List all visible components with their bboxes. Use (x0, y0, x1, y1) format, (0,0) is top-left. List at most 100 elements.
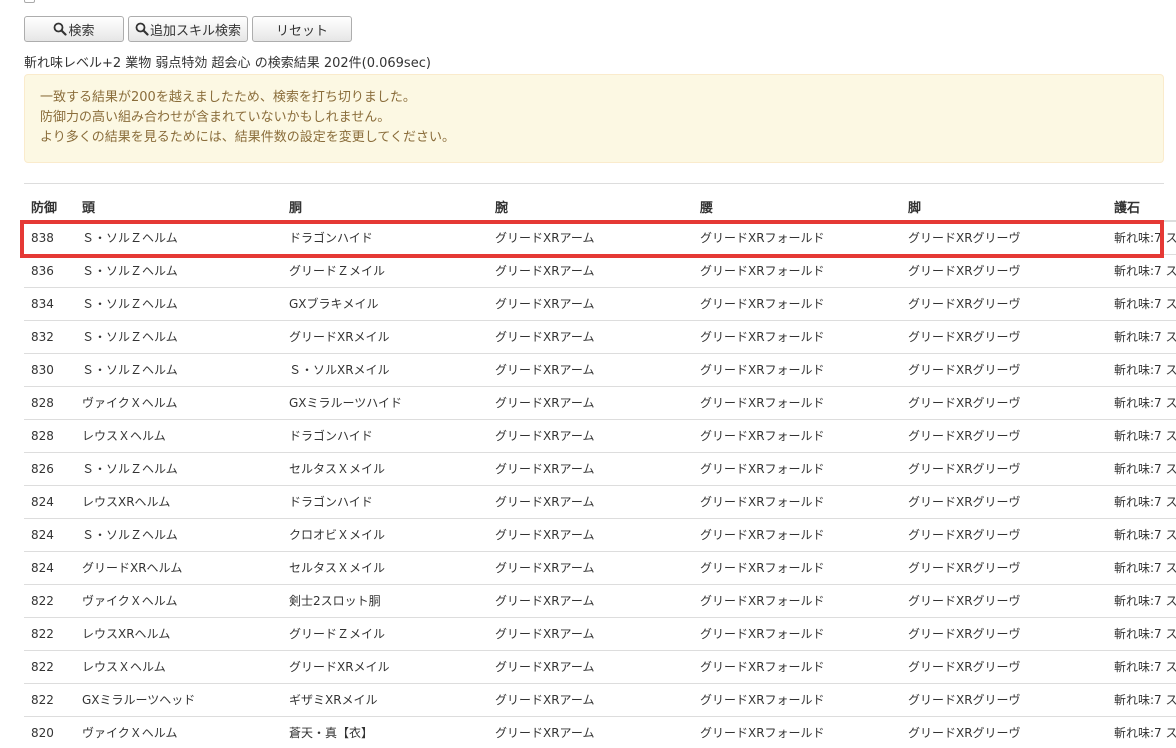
cell-head: レウスＸヘルム (75, 649, 282, 683)
cell-head: Ｓ・ソルＺヘルム (75, 253, 282, 287)
cell-arm: グリードXRアーム (488, 550, 693, 584)
cell-waist: グリードXRフォールド (693, 385, 901, 419)
cell-defense: 828 (24, 385, 75, 419)
extra-skill-search-button[interactable]: 追加スキル検索 (128, 16, 248, 42)
cell-charm: 斬れ味:7 スロ3 (1107, 319, 1176, 353)
table-row[interactable]: 832 Ｓ・ソルＺヘルム グリードXRメイル グリードXRアーム グリードXRフォールド… (24, 319, 1176, 353)
header-waist[interactable]: 腰 (693, 184, 901, 222)
table-row[interactable]: 822 レウスXRヘルム グリードＺメイル グリードXRアーム グリードXRフォールドグ… (24, 616, 1176, 650)
cell-head: Ｓ・ソルＺヘルム (82, 231, 178, 246)
table-row[interactable]: 836 Ｓ・ソルＺヘルム グリードＺメイル グリードXRアーム グリードXRフォールドグ… (24, 253, 1176, 287)
cell-charm: 斬れ味:7 スロ3 (1107, 649, 1176, 683)
cell-charm: 斬れ味:7 スロ3 (1107, 715, 1176, 748)
header-charm[interactable]: 護石 (1107, 184, 1176, 222)
cell-body: ドラゴンハイド (289, 231, 373, 246)
cell-waist: グリードXRフォールド (693, 418, 901, 452)
warning-line: 一致する結果が200を越えましたため、検索を打ち切りました。 (40, 90, 416, 105)
table-row[interactable]: 826 Ｓ・ソルＺヘルム セルタスＸメイル グリードXRアーム グリードXRフォールドグ… (24, 451, 1176, 485)
cell-charm: 斬れ味:7 スロ3 (1107, 352, 1176, 386)
cell-leg: グリードXRグリーヴ (901, 451, 1107, 485)
cell-defense: 834 (24, 286, 75, 320)
cell-charm: 斬れ味:7 スロ3 (1114, 231, 1176, 246)
cell-arm: グリードXRアーム (488, 583, 693, 617)
table-row[interactable]: 828 ヴァイクＸヘルム GXミラルーツハイド グリードXRアーム グリードXRフォール… (24, 385, 1176, 419)
cell-waist: グリードXRフォールド (693, 616, 901, 650)
cell-charm: 斬れ味:7 スロ3 (1107, 253, 1176, 287)
results-table-container: 防御 頭 胴 腕 腰 脚 護石 838 Ｓ・ソルＺヘルム ドラゴンハイド グリードXR… (24, 183, 1176, 748)
cell-waist: グリードXRフォールド (693, 583, 901, 617)
cell-body: ドラゴンハイド (282, 418, 488, 452)
cell-defense: 830 (24, 352, 75, 386)
cell-head: Ｓ・ソルＺヘルム (75, 286, 282, 320)
cell-body: GXミラルーツハイド (282, 385, 488, 419)
cell-head: Ｓ・ソルＺヘルム (75, 517, 282, 551)
cell-head: グリードXRヘルム (75, 550, 282, 584)
cell-arm: グリードXRアーム (488, 352, 693, 386)
cell-arm: グリードXRアーム (488, 451, 693, 485)
table-row[interactable]: 838 Ｓ・ソルＺヘルム ドラゴンハイド グリードXRアーム グリードXRフォールド グリ… (24, 221, 1176, 254)
cell-arm: グリードXRアーム (488, 253, 693, 287)
cell-leg: グリードXRグリーヴ (901, 253, 1107, 287)
cell-body: ギザミXRメイル (282, 682, 488, 716)
cell-head: レウスXRヘルム (75, 484, 282, 518)
option-checkbox[interactable] (24, 0, 35, 3)
cell-leg: グリードXRグリーヴ (901, 682, 1107, 716)
cell-leg: グリードXRグリーヴ (901, 484, 1107, 518)
cell-waist: グリードXRフォールド (693, 682, 901, 716)
header-defense[interactable]: 防御 (24, 184, 75, 222)
cell-head: Ｓ・ソルＺヘルム (75, 319, 282, 353)
cell-head: ヴァイクＸヘルム (75, 715, 282, 748)
cell-arm: グリードXRアーム (488, 682, 693, 716)
reset-button[interactable]: リセット (252, 16, 352, 42)
cell-leg: グリードXRグリーヴ (901, 319, 1107, 353)
cell-arm: グリードXRアーム (488, 418, 693, 452)
header-head[interactable]: 頭 (75, 184, 282, 222)
cell-arm: グリードXRアーム (488, 649, 693, 683)
cell-charm: 斬れ味:7 スロ3 (1107, 286, 1176, 320)
table-row[interactable]: 822 GXミラルーツヘッド ギザミXRメイル グリードXRアーム グリードXRフォール… (24, 682, 1176, 716)
reset-button-label: リセット (275, 23, 328, 39)
table-row[interactable]: 824 Ｓ・ソルＺヘルム クロオビＸメイル グリードXRアーム グリードXRフォールドグ… (24, 517, 1176, 551)
table-row[interactable]: 820 ヴァイクＸヘルム 蒼天・真【衣】 グリードXRアーム グリードXRフォールド グリ… (24, 715, 1176, 748)
table-row[interactable]: 834 Ｓ・ソルＺヘルム GXブラキメイル グリードXRアーム グリードXRフォールドグ… (24, 286, 1176, 320)
cell-body: セルタスＸメイル (282, 451, 488, 485)
cell-body: Ｓ・ソルXRメイル (282, 352, 488, 386)
cell-body: GXブラキメイル (282, 286, 488, 320)
cell-leg: グリードXRグリーヴ (901, 583, 1107, 617)
header-arm[interactable]: 腕 (488, 184, 693, 222)
cell-waist: グリードXRフォールド (693, 451, 901, 485)
table-row[interactable]: 822 ヴァイクＸヘルム 剣士2スロット胴 グリードXRアーム グリードXRフォールドグ… (24, 583, 1176, 617)
table-row[interactable]: 824 レウスXRヘルム ドラゴンハイド グリードXRアーム グリードXRフォールド グリ… (24, 484, 1176, 518)
cell-charm: 斬れ味:7 スロ3 (1107, 418, 1176, 452)
table-header-row: 防御 頭 胴 腕 腰 脚 護石 (24, 184, 1176, 222)
cell-head: GXミラルーツヘッド (75, 682, 282, 716)
cell-charm: 斬れ味:7 スロ3 (1107, 550, 1176, 584)
cell-body: グリードXRメイル (282, 319, 488, 353)
cell-waist: グリードXRフォールド (700, 231, 825, 246)
cell-arm: グリードXRアーム (495, 231, 595, 246)
header-leg[interactable]: 脚 (901, 184, 1107, 222)
cell-body: クロオビＸメイル (282, 517, 488, 551)
cell-waist: グリードXRフォールド (693, 253, 901, 287)
cell-waist: グリードXRフォールド (693, 352, 901, 386)
table-row[interactable]: 828 レウスＸヘルム ドラゴンハイド グリードXRアーム グリードXRフォールド グリー… (24, 418, 1176, 452)
cell-charm: 斬れ味:7 スロ3 (1107, 616, 1176, 650)
cell-body: ドラゴンハイド (282, 484, 488, 518)
results-table-body: 838 Ｓ・ソルＺヘルム ドラゴンハイド グリードXRアーム グリードXRフォールド グリ… (24, 221, 1176, 748)
cell-charm: 斬れ味:7 スロ3 (1107, 517, 1176, 551)
cell-defense: 826 (24, 451, 75, 485)
cell-charm: 斬れ味:7 スロ3 (1107, 385, 1176, 419)
cell-leg: グリードXRグリーヴ (901, 352, 1107, 386)
search-button[interactable]: 検索 (24, 16, 124, 42)
cell-leg: グリードXRグリーヴ (901, 715, 1107, 748)
cell-charm: 斬れ味:7 スロ3 (1107, 682, 1176, 716)
table-row[interactable]: 822 レウスＸヘルム グリードXRメイル グリードXRアーム グリードXRフォールドグ… (24, 649, 1176, 683)
extra-skill-search-label: 追加スキル検索 (149, 23, 241, 39)
cell-leg: グリードXRグリーヴ (901, 385, 1107, 419)
cell-arm: グリードXRアーム (488, 286, 693, 320)
table-row[interactable]: 824 グリードXRヘルム セルタスＸメイル グリードXRアーム グリードXRフォールド… (24, 550, 1176, 584)
table-row[interactable]: 830 Ｓ・ソルＺヘルム Ｓ・ソルXRメイル グリードXRアーム グリードXRフォールド… (24, 352, 1176, 386)
cell-waist: グリードXRフォールド (693, 649, 901, 683)
cell-charm: 斬れ味:7 スロ3 (1107, 451, 1176, 485)
header-body[interactable]: 胴 (282, 184, 488, 222)
